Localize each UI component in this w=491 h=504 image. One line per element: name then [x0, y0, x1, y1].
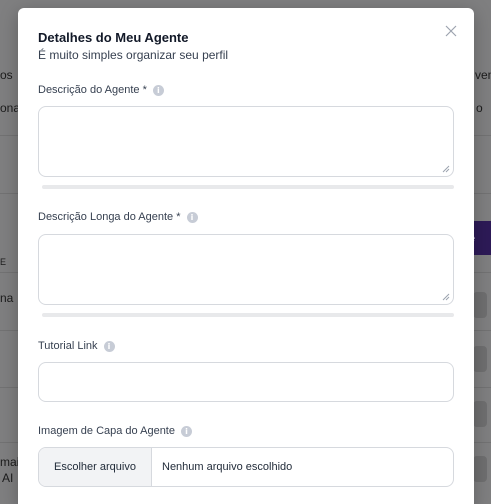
bg-action-pill: [473, 456, 487, 482]
long-description-textarea[interactable]: [38, 234, 454, 305]
choose-file-button[interactable]: Escolher arquivo: [39, 448, 152, 486]
modal-title: Detalhes do Meu Agente: [38, 30, 189, 45]
cover-image-label-text: Imagem de Capa do Agente: [38, 425, 175, 437]
tutorial-link-label-text: Tutorial Link: [38, 340, 98, 352]
bg-text-fragment: mai: [0, 455, 20, 469]
info-icon[interactable]: i: [180, 425, 192, 437]
resize-grip-icon[interactable]: [442, 165, 450, 173]
bg-text-fragment: os: [0, 68, 13, 82]
resize-grip-icon[interactable]: [442, 293, 450, 301]
long-description-label-text: Descrição Longa do Agente *: [38, 211, 181, 223]
bg-action-pill: [473, 401, 487, 427]
agent-details-modal: Detalhes do Meu Agente É muito simples o…: [18, 8, 474, 504]
description-textarea[interactable]: [38, 106, 454, 177]
bg-text-fragment: ven: [475, 68, 491, 82]
bg-text-fragment: na: [0, 291, 14, 305]
bg-action-pill: [473, 346, 487, 372]
close-icon[interactable]: [444, 24, 458, 38]
long-description-label: Descrição Longa do Agente * i: [38, 211, 198, 223]
bg-action-pill: [473, 292, 487, 318]
info-icon[interactable]: i: [103, 340, 115, 352]
file-status-text: Nenhum arquivo escolhido: [162, 461, 293, 473]
bg-text-fragment: o: [476, 101, 483, 115]
info-icon[interactable]: i: [186, 211, 198, 223]
bg-text-fragment: AI: [2, 471, 14, 485]
tutorial-link-label: Tutorial Link i: [38, 340, 115, 352]
tutorial-link-input[interactable]: [38, 362, 454, 402]
modal-subtitle: É muito simples organizar seu perfil: [38, 48, 229, 62]
cover-image-file-input[interactable]: Escolher arquivo Nenhum arquivo escolhid…: [38, 447, 454, 487]
description-label: Descrição do Agente * i: [38, 84, 164, 96]
horizontal-scrollbar[interactable]: [42, 313, 454, 317]
description-label-text: Descrição do Agente *: [38, 84, 147, 96]
horizontal-scrollbar[interactable]: [42, 185, 454, 189]
bg-text-fragment: E: [0, 257, 7, 267]
cover-image-label: Imagem de Capa do Agente i: [38, 425, 192, 437]
info-icon[interactable]: i: [152, 84, 164, 96]
